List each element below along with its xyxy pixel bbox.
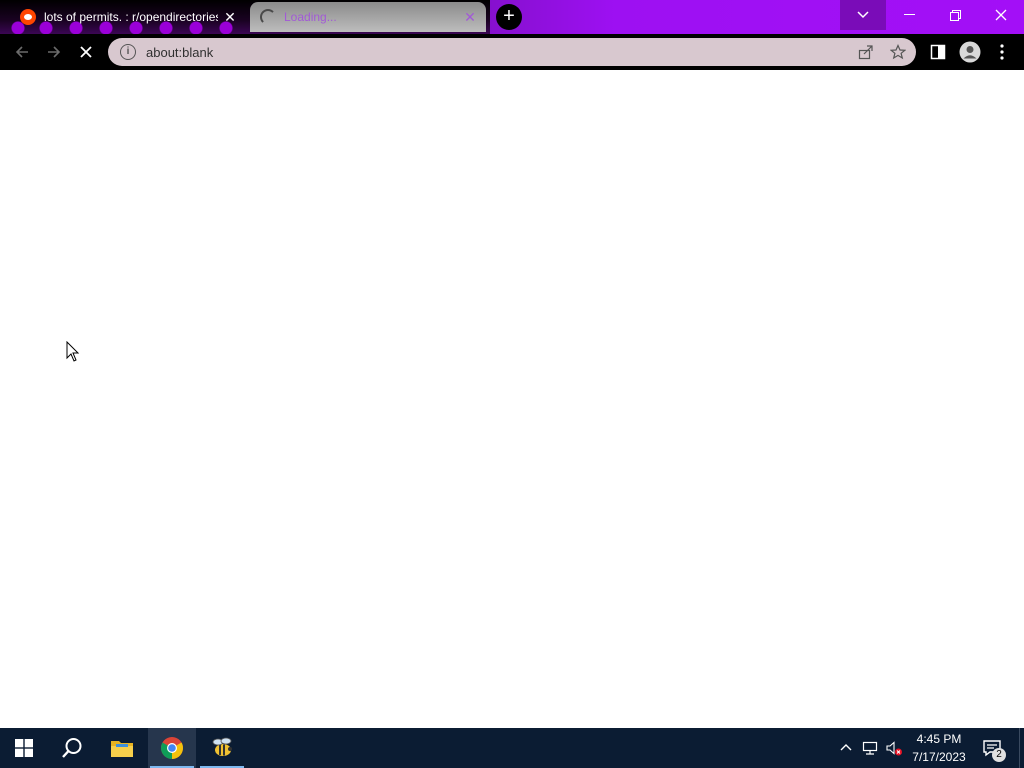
minimize-icon: [903, 14, 915, 15]
loading-spinner-icon: [260, 9, 276, 25]
file-explorer-button[interactable]: [98, 728, 146, 768]
search-icon: [62, 738, 82, 758]
side-panel-icon: [930, 44, 946, 60]
windows-start-icon: [15, 739, 33, 757]
mouse-cursor-icon: [66, 341, 80, 362]
stop-icon: [80, 46, 92, 58]
reddit-icon: [20, 9, 36, 25]
browser-tab-bar: lots of permits. : r/opendirectories ✕ L…: [0, 0, 1024, 34]
bee-app-icon: [212, 737, 232, 756]
address-bar[interactable]: i about:blank: [108, 38, 916, 66]
tab-reddit[interactable]: lots of permits. : r/opendirectories ✕: [10, 2, 246, 32]
folder-icon: [111, 741, 133, 757]
clock-date: 7/17/2023: [912, 750, 966, 764]
tab-title: Loading...: [284, 10, 337, 24]
menu-button[interactable]: [988, 38, 1016, 66]
share-icon[interactable]: [858, 44, 874, 60]
notification-count-badge: 2: [992, 748, 1006, 762]
volume-muted-icon[interactable]: [886, 740, 902, 756]
stop-loading-button[interactable]: [72, 38, 100, 66]
bookmark-star-icon[interactable]: [890, 44, 906, 60]
more-vert-icon: [1000, 44, 1004, 60]
tab-close-icon[interactable]: ✕: [222, 9, 238, 25]
taskbar-search-button[interactable]: [48, 728, 96, 768]
network-icon[interactable]: [862, 740, 878, 756]
restore-button[interactable]: [932, 0, 978, 30]
info-icon[interactable]: i: [120, 44, 136, 60]
tab-search-button[interactable]: [840, 0, 886, 30]
browser-toolbar: i about:blank: [0, 34, 1024, 70]
close-window-button[interactable]: [978, 0, 1024, 30]
profile-button[interactable]: [956, 38, 984, 66]
tab-close-icon[interactable]: ✕: [462, 9, 478, 25]
page-content: [0, 70, 1024, 728]
chrome-taskbar-button[interactable]: [148, 728, 196, 768]
close-icon: [995, 9, 1007, 21]
tab-title: lots of permits. : r/opendirectories: [44, 10, 218, 24]
chevron-up-icon[interactable]: [838, 740, 854, 756]
start-button[interactable]: [0, 728, 48, 768]
avatar-icon: [959, 41, 981, 63]
clock-time: 4:45 PM: [916, 732, 962, 746]
restore-icon: [949, 9, 961, 21]
tab-loading[interactable]: Loading... ✕: [250, 2, 486, 32]
side-panel-button[interactable]: [924, 38, 952, 66]
minimize-button[interactable]: [886, 0, 932, 30]
address-text[interactable]: about:blank: [146, 45, 213, 60]
windows-taskbar: 4:45 PM 7/17/2023 2: [0, 728, 1024, 768]
bee-app-taskbar-button[interactable]: [198, 728, 246, 768]
chrome-icon: [161, 737, 183, 759]
chevron-down-icon: [857, 11, 869, 19]
back-arrow-icon: [15, 46, 28, 58]
show-desktop-button[interactable]: [1019, 728, 1024, 768]
forward-arrow-icon: [48, 46, 61, 58]
new-tab-button[interactable]: +: [496, 4, 522, 30]
system-clock[interactable]: 4:45 PM 7/17/2023: [905, 730, 973, 766]
forward-button[interactable]: [40, 38, 68, 66]
back-button[interactable]: [8, 38, 36, 66]
